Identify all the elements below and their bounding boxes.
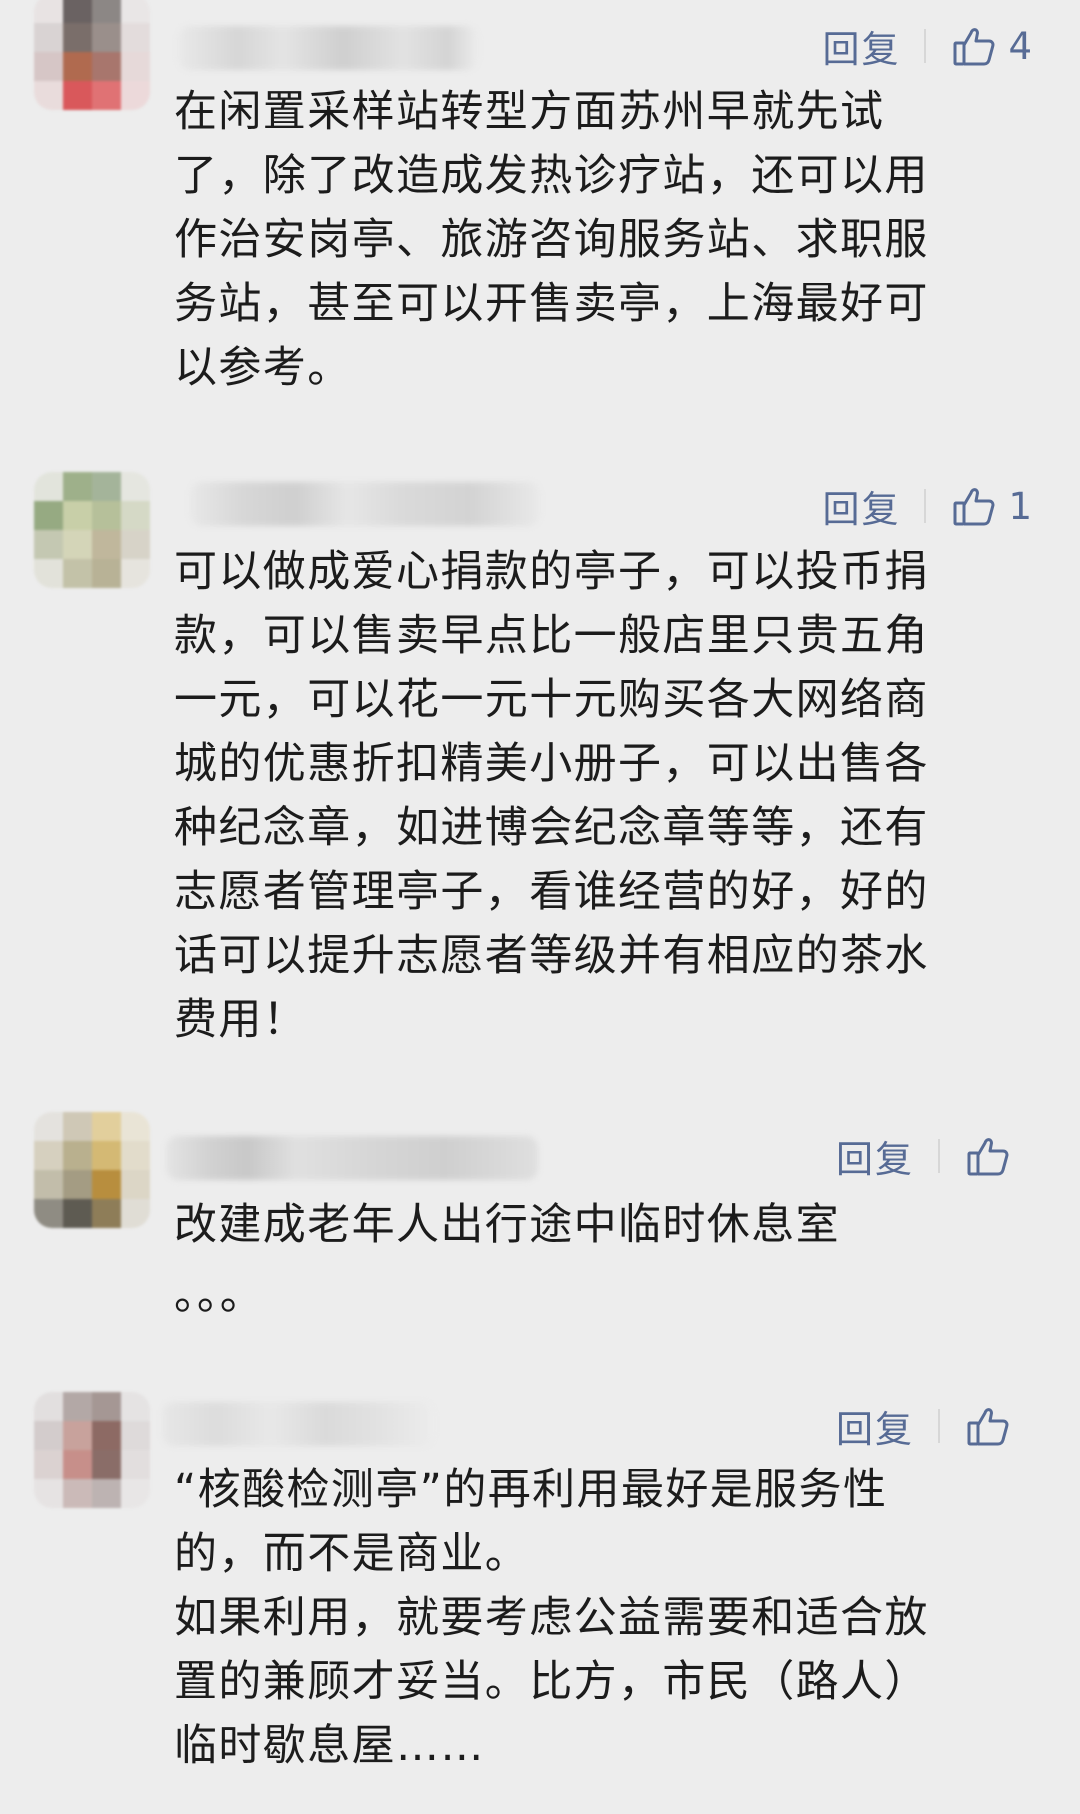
username-blurred xyxy=(166,1136,538,1180)
comment-text: 在闲置采样站转型方面苏州早就先试 了，除了改造成发热诊疗站，还可以用 作治安岗亭… xyxy=(174,87,929,393)
username-blurred xyxy=(178,26,478,70)
thumbs-up-icon xyxy=(967,1408,1009,1446)
avatar[interactable] xyxy=(34,472,150,588)
like-button[interactable] xyxy=(966,1405,1032,1447)
username-blurred xyxy=(190,482,540,526)
divider xyxy=(924,489,927,523)
comment-text: “核酸检测亭”的再利用最好是服务性 的，而不是商业。 如果利用，就要考虑公益需要… xyxy=(174,1465,929,1771)
reply-button[interactable]: 回复 xyxy=(836,1129,914,1183)
comment-actions: 回复 1 xyxy=(822,476,1032,536)
comment-text: 改建成老年人出行途中临时休息室 。。。 xyxy=(174,1200,840,1320)
comment-text: 可以做成爱心捐款的亭子，可以投币捐 款，可以售卖早点比一般店里只贵五角 一元，可… xyxy=(174,547,929,1045)
like-button[interactable]: 1 xyxy=(952,485,1032,528)
thumbs-up-icon xyxy=(953,488,995,526)
avatar[interactable] xyxy=(34,1112,150,1228)
like-button[interactable] xyxy=(966,1135,1032,1177)
like-count: 4 xyxy=(1008,24,1032,68)
like-button[interactable]: 4 xyxy=(952,25,1032,68)
username-blurred xyxy=(162,1402,434,1446)
divider xyxy=(924,29,927,63)
divider xyxy=(938,1409,940,1443)
comment-actions: 回复 4 xyxy=(822,16,1032,76)
like-count: 1 xyxy=(1008,484,1032,528)
thumbs-up-icon xyxy=(953,28,995,66)
avatar[interactable] xyxy=(34,1392,150,1508)
reply-button[interactable]: 回复 xyxy=(822,19,900,73)
reply-button[interactable]: 回复 xyxy=(822,479,900,533)
reply-button[interactable]: 回复 xyxy=(836,1399,914,1453)
divider xyxy=(938,1139,940,1173)
comment-actions: 回复 xyxy=(836,1126,1032,1186)
comment-actions: 回复 xyxy=(836,1396,1032,1456)
thumbs-up-icon xyxy=(967,1138,1009,1176)
avatar[interactable] xyxy=(34,0,150,110)
